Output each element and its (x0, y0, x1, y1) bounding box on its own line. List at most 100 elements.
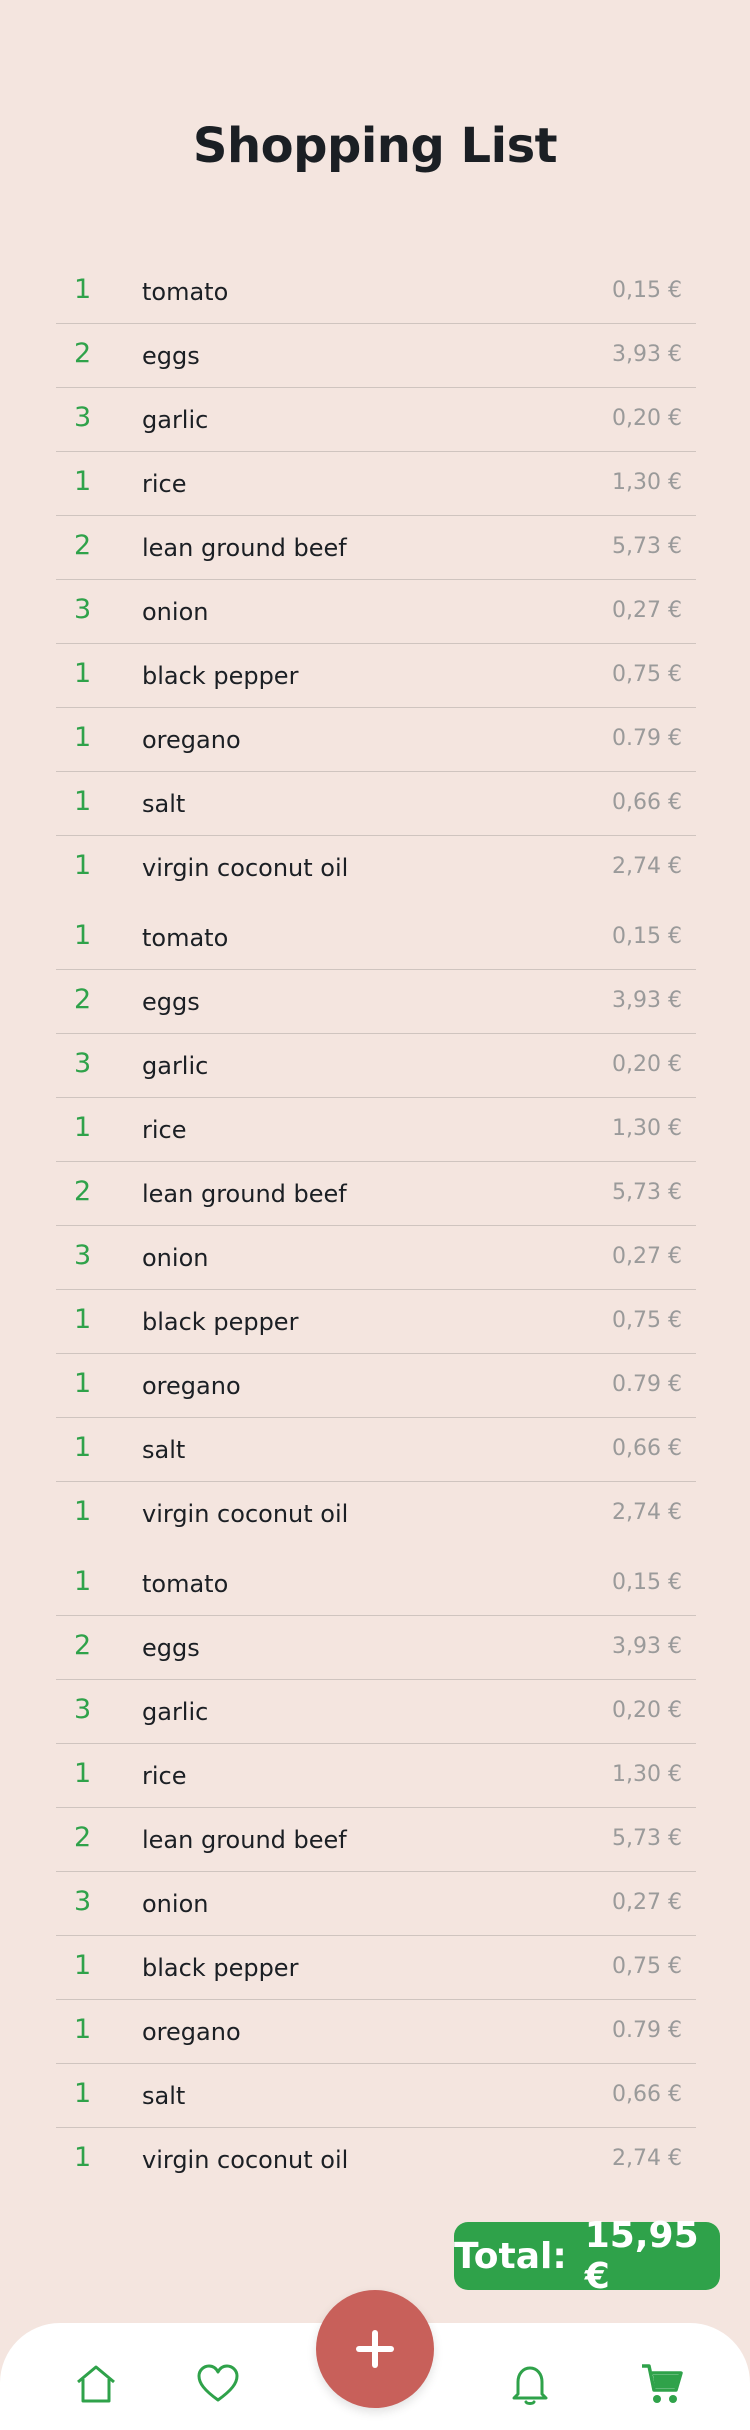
row-divider (56, 1417, 696, 1418)
item-quantity: 3 (74, 594, 92, 625)
item-quantity: 2 (74, 984, 92, 1015)
item-name: rice (142, 1116, 187, 1144)
item-quantity: 2 (74, 1630, 92, 1661)
item-name: onion (142, 1244, 209, 1272)
list-item[interactable]: 3 onion 0,27 € (56, 1876, 696, 1936)
item-quantity: 2 (74, 338, 92, 369)
list-item[interactable]: 1 oregano 0.79 € (56, 2004, 696, 2064)
add-item-button[interactable] (316, 2290, 434, 2408)
item-name: onion (142, 1890, 209, 1918)
list-item[interactable]: 3 garlic 0,20 € (56, 392, 696, 452)
row-divider (56, 1289, 696, 1290)
item-name: oregano (142, 726, 241, 754)
list-item[interactable]: 1 oregano 0.79 € (56, 712, 696, 772)
item-quantity: 3 (74, 1694, 92, 1725)
list-item[interactable]: 2 eggs 3,93 € (56, 328, 696, 388)
item-price: 5,73 € (612, 1826, 682, 1851)
item-name: virgin coconut oil (142, 854, 349, 882)
item-price: 2,74 € (612, 1500, 682, 1525)
item-name: garlic (142, 406, 209, 434)
row-divider (56, 707, 696, 708)
list-item[interactable]: 1 salt 0,66 € (56, 1422, 696, 1482)
item-price: 0.79 € (612, 726, 682, 751)
list-item[interactable]: 1 salt 0,66 € (56, 776, 696, 836)
item-name: black pepper (142, 1308, 299, 1336)
row-divider (56, 1935, 696, 1936)
row-divider (56, 1353, 696, 1354)
item-name: oregano (142, 2018, 241, 2046)
row-divider (56, 1743, 696, 1744)
item-quantity: 1 (74, 1496, 92, 1527)
row-divider (56, 835, 696, 836)
item-price: 0,66 € (612, 2082, 682, 2107)
row-divider (56, 1615, 696, 1616)
list-item[interactable]: 2 eggs 3,93 € (56, 974, 696, 1034)
item-quantity: 3 (74, 1240, 92, 1271)
item-name: garlic (142, 1698, 209, 1726)
list-item[interactable]: 1 virgin coconut oil 2,74 € (56, 2132, 696, 2192)
item-name: onion (142, 598, 209, 626)
list-item[interactable]: 1 virgin coconut oil 2,74 € (56, 1486, 696, 1546)
heart-icon[interactable] (194, 2360, 242, 2408)
item-name: salt (142, 2082, 186, 2110)
list-item[interactable]: 1 oregano 0.79 € (56, 1358, 696, 1418)
total-label: Total: (454, 2235, 567, 2277)
item-quantity: 3 (74, 1048, 92, 1079)
home-icon[interactable] (72, 2360, 120, 2408)
item-price: 1,30 € (612, 1116, 682, 1141)
item-quantity: 1 (74, 1432, 92, 1463)
item-quantity: 1 (74, 2014, 92, 2045)
row-divider (56, 1679, 696, 1680)
row-divider (56, 1097, 696, 1098)
row-divider (56, 387, 696, 388)
list-item[interactable]: 2 lean ground beef 5,73 € (56, 520, 696, 580)
item-price: 2,74 € (612, 854, 682, 879)
item-price: 0,27 € (612, 1244, 682, 1269)
item-price: 0,15 € (612, 1570, 682, 1595)
list-item[interactable]: 1 black pepper 0,75 € (56, 1940, 696, 2000)
item-name: virgin coconut oil (142, 2146, 349, 2174)
list-item[interactable]: 1 tomato 0,15 € (56, 910, 696, 970)
list-item[interactable]: 1 rice 1,30 € (56, 1748, 696, 1808)
item-price: 3,93 € (612, 988, 682, 1013)
cart-icon[interactable] (638, 2360, 686, 2408)
list-item[interactable]: 1 tomato 0,15 € (56, 1556, 696, 1616)
row-divider (56, 771, 696, 772)
item-name: tomato (142, 924, 229, 952)
list-item[interactable]: 3 onion 0,27 € (56, 1230, 696, 1290)
list-item[interactable]: 3 garlic 0,20 € (56, 1038, 696, 1098)
row-divider (56, 643, 696, 644)
row-divider (56, 1871, 696, 1872)
page-title: Shopping List (192, 118, 558, 174)
list-item[interactable]: 1 salt 0,66 € (56, 2068, 696, 2128)
list-item[interactable]: 3 garlic 0,20 € (56, 1684, 696, 1744)
item-name: garlic (142, 1052, 209, 1080)
list-item[interactable]: 1 virgin coconut oil 2,74 € (56, 840, 696, 900)
list-item[interactable]: 1 tomato 0,15 € (56, 264, 696, 324)
item-price: 0,15 € (612, 924, 682, 949)
row-divider (56, 1481, 696, 1482)
list-item[interactable]: 2 eggs 3,93 € (56, 1620, 696, 1680)
item-name: black pepper (142, 1954, 299, 1982)
list-item[interactable]: 1 black pepper 0,75 € (56, 1294, 696, 1354)
item-price: 5,73 € (612, 534, 682, 559)
item-price: 0,66 € (612, 1436, 682, 1461)
list-item[interactable]: 1 rice 1,30 € (56, 456, 696, 516)
item-name: lean ground beef (142, 1180, 347, 1208)
item-quantity: 1 (74, 658, 92, 689)
item-name: tomato (142, 1570, 229, 1598)
list-item[interactable]: 2 lean ground beef 5,73 € (56, 1812, 696, 1872)
list-item[interactable]: 3 onion 0,27 € (56, 584, 696, 644)
item-price: 0,20 € (612, 1698, 682, 1723)
row-divider (56, 515, 696, 516)
item-quantity: 3 (74, 1886, 92, 1917)
item-name: tomato (142, 278, 229, 306)
item-quantity: 1 (74, 1368, 92, 1399)
bell-icon[interactable] (506, 2360, 554, 2408)
list-item[interactable]: 1 black pepper 0,75 € (56, 648, 696, 708)
list-item[interactable]: 1 rice 1,30 € (56, 1102, 696, 1162)
row-divider (56, 1225, 696, 1226)
item-quantity: 1 (74, 466, 92, 497)
list-item[interactable]: 2 lean ground beef 5,73 € (56, 1166, 696, 1226)
item-price: 1,30 € (612, 470, 682, 495)
